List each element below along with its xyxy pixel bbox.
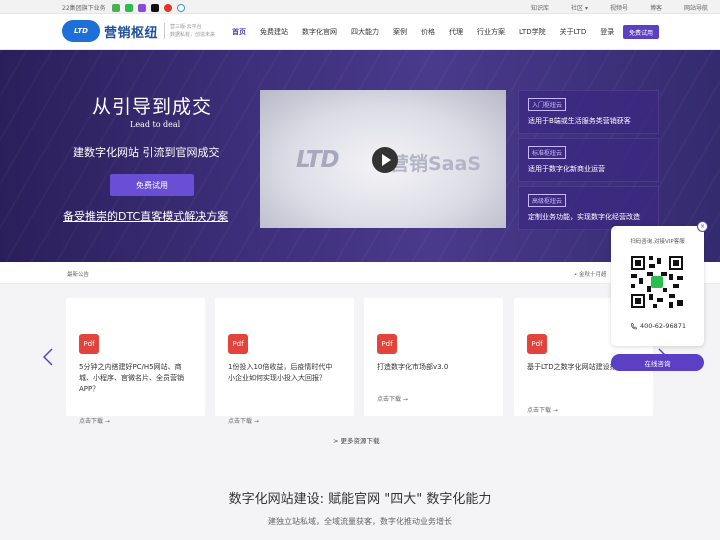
- hero-subtitle: 建数字化网站 引流到官网成交: [73, 146, 220, 159]
- nav-login[interactable]: 登录: [593, 27, 621, 37]
- plan-tag: 高级枢纽云: [528, 194, 567, 207]
- hero-dtc-link[interactable]: 备受推崇的DTC直客模式解决方案: [63, 208, 228, 224]
- plan-desc: 定制业务功能，实现数字化经营改造: [528, 213, 640, 221]
- more-resources-link[interactable]: > 更多资源下载: [333, 435, 380, 445]
- header: LTD 营销枢纽 营三版·云平台 数据私有，创造未来 首页 免费建站 数字化官网…: [0, 14, 720, 50]
- video-channel-icon[interactable]: [137, 3, 146, 12]
- plan-desc: 适用于B端或生活服务类营销获客: [528, 117, 631, 125]
- main-nav: 首页 免费建站 数字化官网 四大能力 案例 价格 代理 行业方案 LTD学院 关…: [225, 27, 621, 37]
- hero-title: 从引导到成交: [92, 96, 213, 118]
- plan-desc: 适用于数字化新商业运营: [528, 165, 605, 173]
- tiktok-icon[interactable]: [150, 3, 159, 12]
- plan-card-advanced[interactable]: 高级枢纽云 定制业务功能，实现数字化经营改造: [518, 186, 659, 230]
- resource-card[interactable]: Pdf 打造数字化市场部v3.0 点击下载 →: [364, 298, 503, 416]
- weibo-icon[interactable]: [163, 3, 172, 12]
- logo-tagline-1: 营三版·云平台: [170, 24, 202, 30]
- announcement-text[interactable]: • 金秋十月超: [574, 270, 607, 278]
- section-title: 数字化网站建设: 赋能官网 "四大" 数字化能力: [228, 492, 492, 507]
- consult-card: 扫码咨询,对接VIP客服 400-62-96871: [611, 226, 704, 346]
- nav-pricing[interactable]: 价格: [414, 27, 442, 37]
- topbar-link-community[interactable]: 社区 ▾: [571, 3, 588, 12]
- plan-card-standard[interactable]: 标准枢纽云 适用于数字化新商业运营: [518, 138, 659, 182]
- hero-title-en: Lead to deal: [130, 120, 181, 129]
- qr-code-icon: [629, 254, 685, 310]
- download-link[interactable]: 点击下载 →: [79, 416, 110, 425]
- logo-name: 营销枢纽: [104, 25, 159, 41]
- nav-four-capabilities[interactable]: 四大能力: [344, 27, 386, 37]
- consult-widget: 扫码咨询,对接VIP客服 400-62-96871 × 在线咨询: [611, 221, 708, 372]
- logo-cloud-icon: LTD: [62, 20, 100, 42]
- mini-program-icon[interactable]: [111, 3, 120, 12]
- plan-tag: 入门枢纽云: [528, 98, 567, 111]
- hero-trial-button[interactable]: 免费试用: [110, 174, 194, 196]
- nav-academy[interactable]: LTD学院: [512, 27, 553, 37]
- resource-card[interactable]: Pdf 5分钟之内搭建好PC/H5网站、商城、小程序、官微名片、全员营销APP？…: [66, 298, 205, 425]
- carousel-prev-icon[interactable]: [43, 348, 53, 366]
- phone-number-text: 400-62-96871: [640, 322, 687, 330]
- section-subtitle: 建独立站私域，全域流量获客，数字化推动业务增长: [268, 517, 452, 526]
- plan-tag: 标准枢纽云: [528, 146, 567, 159]
- nav-home[interactable]: 首页: [225, 27, 253, 37]
- download-link[interactable]: 点击下载 →: [228, 416, 259, 425]
- group-business-link[interactable]: 22集团旗下业务: [62, 3, 106, 12]
- social-icons: [111, 3, 185, 12]
- pdf-icon: Pdf: [527, 334, 547, 354]
- top-bar: 22集团旗下业务 知识库 社区 ▾ 视频号 博客 网站导航: [0, 0, 720, 14]
- chevron-down-icon: ▾: [584, 5, 588, 12]
- nav-about[interactable]: 关于LTD: [553, 27, 594, 37]
- nav-free-site[interactable]: 免费建站: [253, 27, 295, 37]
- top-bar-links: 知识库 社区 ▾ 视频号 博客 网站导航: [531, 3, 708, 12]
- topbar-link-community-label: 社区: [571, 5, 584, 12]
- logo-tagline: 营三版·云平台 数据私有，创造未来: [164, 23, 215, 39]
- nav-digital-site[interactable]: 数字化官网: [295, 27, 344, 37]
- promo-video[interactable]: LTD 营销SaaS: [260, 90, 506, 228]
- plan-card-basic[interactable]: 入门枢纽云 适用于B端或生活服务类营销获客: [518, 90, 659, 134]
- nav-agent[interactable]: 代理: [442, 27, 470, 37]
- video-logo-text-2: 营销SaaS: [390, 153, 482, 175]
- top-bar-left: 22集团旗下业务: [62, 3, 185, 12]
- nav-industry[interactable]: 行业方案: [470, 27, 512, 37]
- topbar-link-sitemap[interactable]: 网站导航: [684, 3, 708, 12]
- announcement-label: 最新公告: [67, 272, 90, 278]
- logo-tagline-2: 数据私有，创造未来: [170, 32, 216, 38]
- wechat-icon[interactable]: [124, 3, 133, 12]
- resource-card[interactable]: Pdf 1份投入10倍收益，后疫情时代中小企业如何实现小投入大回报？ 点击下载 …: [215, 298, 354, 425]
- resource-title: 打造数字化市场部v3.0: [377, 363, 449, 371]
- video-logo-text: LTD: [296, 147, 340, 173]
- download-link[interactable]: 点击下载 →: [377, 394, 408, 403]
- topbar-link-knowledge[interactable]: 知识库: [531, 3, 549, 12]
- phone-number[interactable]: 400-62-96871: [630, 322, 686, 330]
- nav-cases[interactable]: 案例: [386, 27, 414, 37]
- pdf-icon: Pdf: [79, 334, 99, 354]
- header-trial-button[interactable]: 免费试用: [623, 25, 659, 39]
- online-consult-button[interactable]: 在线咨询: [611, 354, 704, 371]
- consult-text: 扫码咨询,对接VIP客服: [630, 239, 685, 245]
- resource-title: 5分钟之内搭建好PC/H5网站、商城、小程序、官微名片、全员营销APP？: [79, 363, 184, 393]
- play-icon[interactable]: [372, 147, 398, 173]
- close-icon[interactable]: ×: [697, 221, 708, 232]
- resource-title: 1份投入10倍收益，后疫情时代中小企业如何实现小投入大回报？: [228, 363, 333, 382]
- phone-icon: [630, 322, 637, 329]
- download-link[interactable]: 点击下载 →: [527, 405, 558, 414]
- pdf-icon: Pdf: [377, 334, 397, 354]
- refresh-icon[interactable]: [176, 3, 185, 12]
- topbar-link-video[interactable]: 视频号: [610, 3, 628, 12]
- pdf-icon: Pdf: [228, 334, 248, 354]
- topbar-link-blog[interactable]: 博客: [650, 3, 662, 12]
- logo[interactable]: LTD 营销枢纽 营三版·云平台 数据私有，创造未来: [62, 20, 215, 42]
